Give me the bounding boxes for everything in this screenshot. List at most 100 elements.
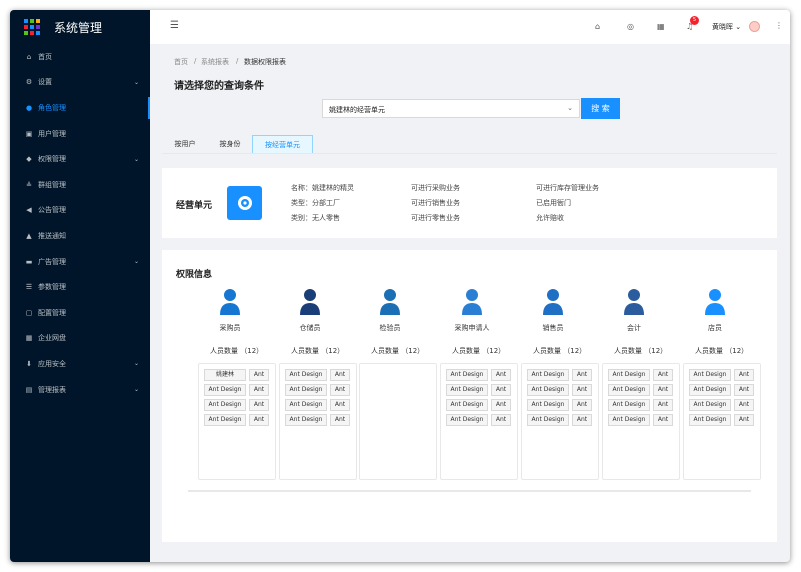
sidebar-item[interactable]: ≗ 群组管理 [10, 172, 150, 198]
member-tag[interactable]: Ant Design [285, 369, 327, 381]
business-unit-select[interactable]: 姚建林的经营单元 ⌄ [322, 99, 580, 118]
chevron-down-icon: ⌄ [133, 258, 139, 266]
role-item[interactable]: 检验员 [358, 288, 422, 333]
app-window: 系统管理 ⌂ 首页 ⚙ 设置 ⌄ ● 角色管理 ▣ 用户管理 ◆ 权限管理 ⌄ ≗ 群组管理 ◀ 公告管理 ▲ 推… [10, 10, 790, 562]
role-icon [220, 289, 240, 315]
member-tag[interactable]: Ant Design [608, 414, 650, 426]
member-tag[interactable]: Ant [653, 414, 673, 426]
member-tag[interactable]: Ant Design [446, 414, 488, 426]
member-tag[interactable]: Ant [491, 414, 511, 426]
apps-icon[interactable]: ▦ [657, 22, 665, 31]
sidebar-item[interactable]: ● 角色管理 [10, 95, 150, 121]
sidebar-item[interactable]: ⚙ 设置 ⌄ [10, 70, 150, 96]
menu-toggle-icon[interactable]: ☰ [170, 20, 179, 31]
sidebar-item[interactable]: ⌂ 首页 [10, 44, 150, 70]
role-item[interactable]: 采购申请人 [440, 288, 504, 333]
member-tag[interactable]: Ant [572, 414, 592, 426]
sidebar-item[interactable]: ☰ 参数管理 [10, 274, 150, 300]
unit-capability: 已启用衙门 [536, 199, 571, 207]
role-label: 销售员 [542, 324, 564, 332]
member-tag[interactable]: Ant [249, 369, 269, 381]
more-icon[interactable]: ⋮ [775, 21, 783, 30]
unit-capability: 允许赔收 [536, 214, 564, 222]
tab-by-business-unit[interactable]: 按经营单元 [252, 135, 313, 154]
member-tag[interactable]: Ant [653, 399, 673, 411]
sidebar-item[interactable]: ▤ 管理报表 ⌄ [10, 377, 150, 403]
support-icon[interactable]: ◎ [627, 22, 634, 31]
member-tag[interactable]: Ant [491, 399, 511, 411]
sidebar-item[interactable]: ▲ 推送通知 [10, 223, 150, 249]
member-tag[interactable]: Ant Design [689, 399, 731, 411]
home-icon[interactable]: ⌂ [595, 22, 600, 31]
search-button[interactable]: 搜 索 [581, 98, 620, 119]
member-tag[interactable]: Ant [249, 399, 269, 411]
role-item[interactable]: 仓储员 [278, 288, 342, 333]
member-tag[interactable]: Ant [653, 369, 673, 381]
member-tag[interactable]: Ant [734, 369, 754, 381]
member-tag[interactable]: Ant Design [446, 369, 488, 381]
role-item[interactable]: 会计 [602, 288, 666, 333]
member-tag[interactable]: Ant Design [285, 414, 327, 426]
sidebar-item-label: 推送通知 [38, 231, 66, 240]
member-tag[interactable]: Ant Design [608, 399, 650, 411]
member-tag[interactable]: Ant [330, 399, 350, 411]
member-tag[interactable]: Ant [491, 384, 511, 396]
member-tag[interactable]: Ant [734, 384, 754, 396]
member-tag[interactable]: Ant Design [608, 384, 650, 396]
tab-by-user[interactable]: 按用户 [162, 135, 208, 154]
sidebar-menu: ⌂ 首页 ⚙ 设置 ⌄ ● 角色管理 ▣ 用户管理 ◆ 权限管理 ⌄ ≗ 群组管理 ◀ 公告管理 ▲ 推送通知 ▬ 广… [10, 44, 150, 402]
sidebar-item[interactable]: ▣ 用户管理 [10, 121, 150, 147]
member-tag[interactable]: Ant Design [527, 399, 569, 411]
member-tag[interactable]: Ant [330, 369, 350, 381]
sidebar-item[interactable]: ▢ 配置管理 [10, 300, 150, 326]
member-tag[interactable]: Ant Design [689, 369, 731, 381]
role-item[interactable]: 采购员 [198, 288, 262, 333]
sidebar-item[interactable]: ◆ 权限管理 ⌄ [10, 146, 150, 172]
sidebar-item-label: 设置 [38, 78, 52, 87]
member-tag[interactable]: Ant Design [285, 399, 327, 411]
member-tag[interactable]: Ant Design [446, 399, 488, 411]
sidebar-item[interactable]: ⬇ 应用安全 ⌄ [10, 351, 150, 377]
member-tag[interactable]: Ant [491, 369, 511, 381]
member-tag[interactable]: Ant [572, 384, 592, 396]
team-icon: ≗ [26, 180, 32, 189]
member-tag[interactable]: Ant [734, 399, 754, 411]
member-tag[interactable]: Ant [653, 384, 673, 396]
member-tag[interactable]: Ant [249, 384, 269, 396]
member-tag[interactable]: Ant Design [527, 414, 569, 426]
member-tag[interactable]: Ant Design [446, 384, 488, 396]
member-tag[interactable]: Ant Design [608, 369, 650, 381]
member-tag[interactable]: Ant Design [204, 414, 246, 426]
member-tag[interactable]: Ant [572, 369, 592, 381]
sidebar-item[interactable]: ◀ 公告管理 [10, 198, 150, 224]
avatar[interactable] [749, 21, 760, 32]
member-tag[interactable]: Ant Design [527, 369, 569, 381]
user-menu[interactable]: 黄晓晖 ⌄ [712, 22, 741, 32]
member-tag[interactable]: Ant Design [285, 384, 327, 396]
member-tag[interactable]: Ant [330, 384, 350, 396]
member-tag[interactable]: Ant [734, 414, 754, 426]
grid-icon: ▦ [25, 334, 33, 343]
sidebar-item[interactable]: ▦ 企业网盘 [10, 326, 150, 352]
role-item[interactable]: 店员 [683, 288, 747, 333]
chevron-down-icon: ⌄ [133, 360, 139, 368]
member-tag[interactable]: 姚建林 [204, 369, 246, 381]
tab-by-identity[interactable]: 按身份 [208, 135, 252, 154]
role-item[interactable]: 销售员 [521, 288, 585, 333]
member-count: 人员数量 （12） [695, 347, 749, 355]
app-logo: 系统管理 [10, 10, 150, 44]
breadcrumb-item-home[interactable]: 首页 [174, 57, 188, 67]
member-tag[interactable]: Ant [330, 414, 350, 426]
member-tag[interactable]: Ant Design [689, 414, 731, 426]
member-tag[interactable]: Ant Design [689, 384, 731, 396]
role-icon [705, 289, 725, 315]
member-tag[interactable]: Ant Design [204, 399, 246, 411]
member-tag[interactable]: Ant Design [527, 384, 569, 396]
role-label: 仓储员 [299, 324, 321, 332]
sidebar-item[interactable]: ▬ 广告管理 ⌄ [10, 249, 150, 275]
breadcrumb-item-reports[interactable]: 系统报表 [201, 57, 229, 67]
member-tag[interactable]: Ant [572, 399, 592, 411]
unit-capability: 可进行零售业务 [411, 214, 460, 222]
member-tag[interactable]: Ant Design [204, 384, 246, 396]
member-tag[interactable]: Ant [249, 414, 269, 426]
